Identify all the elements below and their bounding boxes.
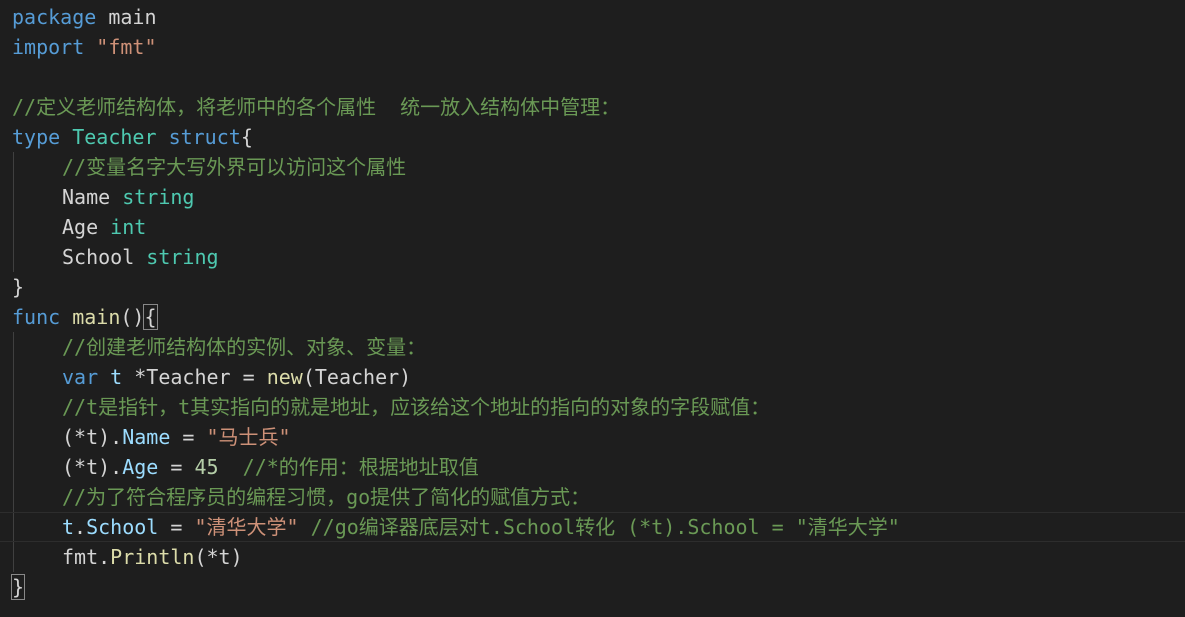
code-token: { <box>240 125 253 149</box>
code-line[interactable]: package main <box>0 2 1185 32</box>
code-line[interactable]: //为了符合程序员的编程习惯，go提供了简化的赋值方式： <box>0 482 1185 512</box>
code-token: School <box>62 245 135 269</box>
indent-guide <box>13 332 14 362</box>
code-token: (Teacher) <box>302 365 412 389</box>
code-token: //go编译器底层对t.School转化 (*t).School = "清华大学… <box>310 515 900 539</box>
code-token: //*的作用：根据地址取值 <box>242 455 479 479</box>
code-token: "清华大学" <box>194 515 299 539</box>
code-token: int <box>110 215 147 239</box>
code-token: t <box>62 515 75 539</box>
code-token: School <box>86 515 159 539</box>
code-line[interactable]: ​ <box>0 62 1185 92</box>
code-token: (*t) <box>194 545 243 569</box>
indent-guide <box>13 182 14 212</box>
code-line[interactable]: (*t).Age = 45 //*的作用：根据地址取值 <box>0 452 1185 482</box>
indent-guide <box>13 212 14 242</box>
indent-guide <box>13 152 14 182</box>
code-token: { <box>143 304 158 330</box>
code-token: Println <box>110 545 195 569</box>
code-token: //为了符合程序员的编程习惯，go提供了简化的赋值方式： <box>62 485 591 509</box>
code-line[interactable]: t.School = "清华大学" //go编译器底层对t.School转化 (… <box>0 512 1185 542</box>
indent-guide <box>13 422 14 452</box>
code-token: //定义老师结构体，将老师中的各个属性 统一放入结构体中管理： <box>12 95 621 119</box>
code-token: string <box>122 185 195 209</box>
code-token: type <box>12 125 61 149</box>
code-token: () <box>120 305 145 329</box>
code-token: Name <box>62 185 111 209</box>
code-line[interactable]: Name string <box>0 182 1185 212</box>
code-token: "马士兵" <box>206 425 291 449</box>
code-token: var <box>62 365 99 389</box>
code-line[interactable]: fmt.Println(*t) <box>0 542 1185 572</box>
code-token: = <box>158 455 195 479</box>
code-token: . <box>98 545 111 569</box>
code-line[interactable]: Age int <box>0 212 1185 242</box>
code-token: string <box>146 245 219 269</box>
code-token: Age <box>122 455 159 479</box>
code-token: //变量名字大写外界可以访问这个属性 <box>62 155 407 179</box>
code-token: "fmt" <box>96 35 157 59</box>
code-token: t <box>110 365 123 389</box>
code-token: fmt <box>62 545 99 569</box>
code-token: = <box>158 515 195 539</box>
code-token: = <box>170 425 207 449</box>
code-line[interactable]: School string <box>0 242 1185 272</box>
code-line[interactable]: //t是指针，t其实指向的就是地址，应该给这个地址的指向的对象的字段赋值： <box>0 392 1185 422</box>
indent-guide <box>13 482 14 512</box>
indent-guide <box>13 392 14 422</box>
code-token: import <box>12 35 85 59</box>
code-token: struct <box>168 125 241 149</box>
code-line[interactable]: (*t).Name = "马士兵" <box>0 422 1185 452</box>
code-token: 45 <box>194 455 219 479</box>
code-token: (*t). <box>62 455 123 479</box>
code-token: Teacher <box>72 125 157 149</box>
code-token: } <box>10 574 26 600</box>
code-token: func <box>12 305 61 329</box>
indent-guide <box>13 542 14 572</box>
code-token: package <box>12 5 97 29</box>
code-line[interactable]: } <box>0 572 1185 602</box>
code-line[interactable]: //创建老师结构体的实例、对象、变量： <box>0 332 1185 362</box>
code-line[interactable]: //变量名字大写外界可以访问这个属性 <box>0 152 1185 182</box>
indent-guide <box>13 242 14 272</box>
code-token: Age <box>62 215 99 239</box>
code-token: (*t). <box>62 425 123 449</box>
code-token: //t是指针，t其实指向的就是地址，应该给这个地址的指向的对象的字段赋值： <box>62 395 771 419</box>
code-token: main <box>96 5 157 29</box>
code-line[interactable]: } <box>0 272 1185 302</box>
code-token: main <box>72 305 121 329</box>
code-token: //创建老师结构体的实例、对象、变量： <box>62 335 427 359</box>
code-line[interactable]: var t *Teacher = new(Teacher) <box>0 362 1185 392</box>
code-token: } <box>12 275 25 299</box>
indent-guide <box>13 362 14 392</box>
code-token: new <box>266 365 303 389</box>
code-token: . <box>74 515 87 539</box>
code-line[interactable]: import "fmt" <box>0 32 1185 62</box>
code-editor[interactable]: package mainimport "fmt"​//定义老师结构体，将老师中的… <box>0 2 1185 602</box>
code-token: *Teacher = <box>122 365 267 389</box>
indent-guide <box>13 452 14 482</box>
code-token: Name <box>122 425 171 449</box>
code-line[interactable]: //定义老师结构体，将老师中的各个属性 统一放入结构体中管理： <box>0 92 1185 122</box>
code-line[interactable]: type Teacher struct{ <box>0 122 1185 152</box>
code-line[interactable]: func main(){ <box>0 302 1185 332</box>
indent-guide <box>13 513 14 541</box>
